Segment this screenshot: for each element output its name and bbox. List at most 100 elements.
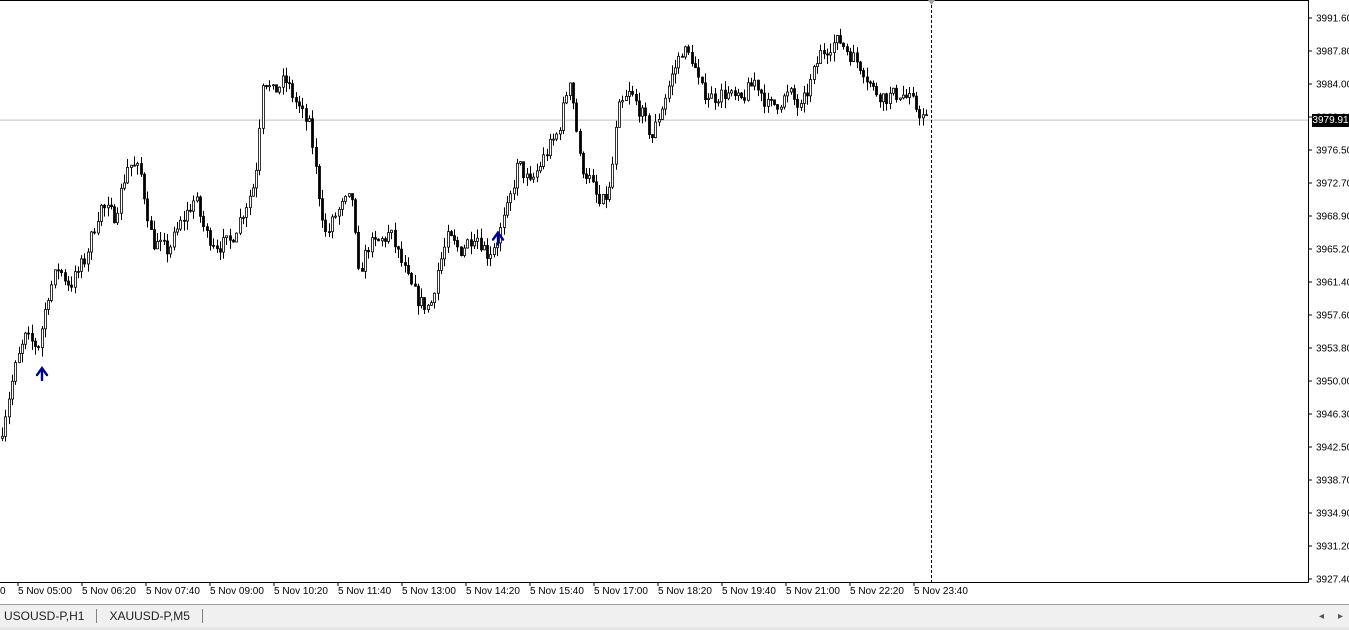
candle-body bbox=[100, 204, 103, 222]
candle-body bbox=[638, 100, 641, 117]
candle-body bbox=[823, 50, 826, 55]
candle-body bbox=[107, 204, 110, 209]
candle-body bbox=[866, 76, 869, 83]
candle-body bbox=[331, 216, 334, 233]
candle-body bbox=[816, 63, 819, 67]
candle-body bbox=[1, 435, 4, 439]
candle-body bbox=[126, 167, 129, 184]
candle-body bbox=[321, 198, 324, 221]
price-chart[interactable]: 3991.603987.803984.003980.103976.503972.… bbox=[0, 0, 1349, 604]
candle-body bbox=[793, 88, 796, 100]
candle-body bbox=[21, 343, 24, 354]
candle-body bbox=[430, 302, 433, 306]
candle-body bbox=[522, 161, 525, 179]
candle-body bbox=[407, 265, 410, 274]
candle-body bbox=[110, 204, 113, 208]
x-tick-label: 5 Nov 22:20 bbox=[850, 586, 904, 597]
x-tick-label: 5 Nov 07:40 bbox=[146, 586, 200, 597]
candle-body bbox=[192, 200, 195, 212]
candle-body bbox=[783, 95, 786, 108]
candle-body bbox=[427, 304, 430, 310]
candle-body bbox=[925, 114, 928, 117]
candle-body bbox=[285, 75, 288, 84]
candle-body bbox=[615, 126, 618, 165]
candle-body bbox=[743, 97, 746, 101]
candle-body bbox=[608, 186, 611, 200]
candle-body bbox=[473, 241, 476, 247]
candle-body bbox=[64, 272, 67, 282]
scroll-right-icon[interactable]: ▸ bbox=[1338, 611, 1343, 622]
candle-body bbox=[691, 52, 694, 64]
candle-body bbox=[562, 102, 565, 131]
candle-body bbox=[651, 134, 654, 138]
candle-body bbox=[301, 105, 304, 109]
candle-body bbox=[324, 219, 327, 233]
tab-usousd-h1[interactable]: USOUSD-P,H1 bbox=[0, 609, 88, 623]
candle-body bbox=[628, 90, 631, 97]
candle-body bbox=[288, 82, 291, 85]
current-price-tag: 3979.91 bbox=[1312, 113, 1349, 127]
candle-body bbox=[872, 82, 875, 87]
candle-body bbox=[549, 138, 552, 157]
candle-body bbox=[146, 198, 149, 222]
candle-body bbox=[654, 121, 657, 138]
tab-xauusd-m5[interactable]: XAUUSD-P,M5 bbox=[105, 609, 193, 623]
candle-body bbox=[585, 173, 588, 179]
x-tick-label: 5 Nov 05:00 bbox=[18, 586, 72, 597]
candle-body bbox=[90, 231, 93, 253]
candle-body bbox=[555, 133, 558, 140]
candle-body bbox=[278, 86, 281, 93]
candle-body bbox=[559, 130, 562, 135]
candle-body bbox=[57, 269, 60, 272]
candle-body bbox=[156, 241, 159, 250]
x-tick-label: 5 Nov 19:40 bbox=[722, 586, 776, 597]
y-tick-label: 3950.00 bbox=[1316, 377, 1349, 388]
candle-body bbox=[291, 83, 294, 98]
candle-body bbox=[532, 176, 535, 180]
candle-body bbox=[852, 52, 855, 63]
candle-body bbox=[747, 82, 750, 101]
candle-body bbox=[922, 114, 925, 119]
candle-body bbox=[410, 273, 413, 285]
x-tick-label: 5 Nov 14:20 bbox=[466, 586, 520, 597]
candle-body bbox=[212, 244, 215, 247]
candle-body bbox=[24, 332, 27, 345]
candle-body bbox=[348, 193, 351, 197]
candle-body bbox=[572, 82, 575, 104]
candle-body bbox=[298, 101, 301, 107]
candle-body bbox=[235, 232, 238, 243]
candle-body bbox=[433, 292, 436, 304]
candle-body bbox=[707, 97, 710, 101]
candle-body bbox=[902, 94, 905, 99]
candle-body bbox=[219, 248, 222, 253]
candle-body bbox=[918, 109, 921, 119]
candle-body bbox=[384, 238, 387, 242]
candle-body bbox=[635, 93, 638, 102]
candle-body bbox=[14, 362, 17, 382]
candle-body bbox=[833, 42, 836, 54]
x-tick-label: 5 Nov 11:40 bbox=[338, 586, 392, 597]
candle-body bbox=[483, 245, 486, 251]
candle-body bbox=[546, 154, 549, 157]
candle-body bbox=[826, 53, 829, 56]
candle-body bbox=[780, 106, 783, 110]
chart-area[interactable]: 3991.603987.803984.003980.103976.503972.… bbox=[0, 0, 1349, 604]
candle-body bbox=[730, 90, 733, 94]
candle-body bbox=[377, 238, 380, 242]
candle-body bbox=[74, 271, 77, 288]
candle-body bbox=[328, 231, 331, 234]
x-tick-label: 5 Nov 13:00 bbox=[402, 586, 456, 597]
candle-body bbox=[11, 380, 14, 400]
candle-body bbox=[542, 154, 545, 167]
scroll-left-icon[interactable]: ◂ bbox=[1319, 611, 1324, 622]
buy-arrow-icon bbox=[35, 365, 49, 382]
candle-body bbox=[569, 82, 572, 96]
candle-body bbox=[456, 240, 459, 248]
candle-body bbox=[803, 92, 806, 104]
candle-body bbox=[150, 220, 153, 230]
candle-body bbox=[222, 237, 225, 253]
candle-body bbox=[770, 98, 773, 101]
x-tick-label: 5 Nov 21:00 bbox=[786, 586, 840, 597]
candle-body bbox=[338, 208, 341, 217]
candle-body bbox=[440, 258, 443, 271]
